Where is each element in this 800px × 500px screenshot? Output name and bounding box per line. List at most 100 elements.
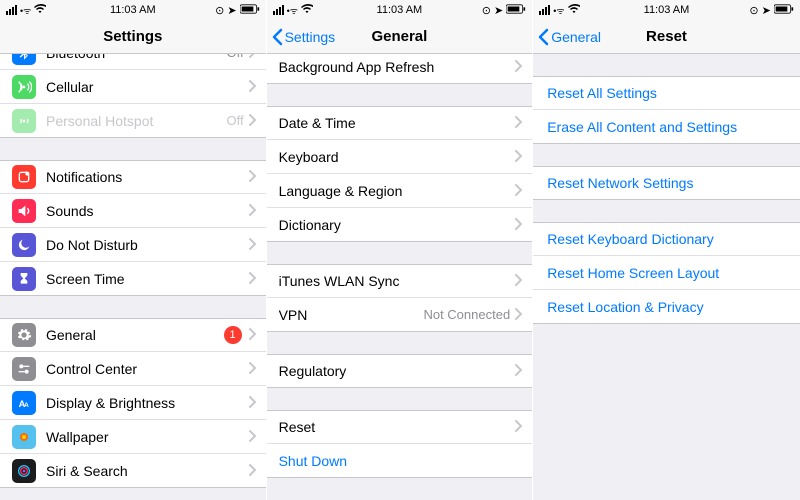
cell-value: Off	[226, 113, 243, 128]
chevron-right-icon	[514, 149, 522, 165]
notifications-cell[interactable]: Notifications	[0, 160, 266, 194]
cell-label: Language & Region	[279, 183, 515, 199]
cellular-cell[interactable]: Cellular	[0, 70, 266, 104]
section-gap	[533, 200, 800, 222]
hotspot-icon	[12, 109, 36, 133]
location-icon: ➤	[494, 4, 503, 17]
chevron-right-icon	[248, 271, 256, 287]
back-button[interactable]: Settings	[271, 28, 336, 46]
date-time-cell[interactable]: Date & Time	[267, 106, 533, 140]
reset-network-cell[interactable]: Reset Network Settings	[533, 166, 800, 200]
cell-label: VPN	[279, 307, 424, 323]
cell-label: Siri & Search	[46, 463, 248, 479]
siri-icon	[12, 459, 36, 483]
wallpaper-cell[interactable]: Wallpaper	[0, 420, 266, 454]
control-center-cell[interactable]: Control Center	[0, 352, 266, 386]
language-region-cell[interactable]: Language & Region	[267, 174, 533, 208]
status-time: 11:03 AM	[377, 4, 423, 16]
cell-label: Regulatory	[279, 363, 515, 379]
shut-down-cell[interactable]: Shut Down	[267, 444, 533, 478]
cell-value: Not Connected	[423, 307, 510, 322]
erase-all-content-cell[interactable]: Erase All Content and Settings	[533, 110, 800, 144]
section-gap	[267, 332, 533, 354]
cell-label: iTunes WLAN Sync	[279, 273, 515, 289]
siri-cell[interactable]: Siri & Search	[0, 454, 266, 488]
cell-label: Reset Location & Privacy	[547, 299, 790, 315]
cell-label: Reset All Settings	[547, 85, 790, 101]
nav-bar: Settings	[0, 20, 266, 54]
keyboard-cell[interactable]: Keyboard	[267, 140, 533, 174]
cell-label: Notifications	[46, 169, 248, 185]
location-icon: ➤	[762, 4, 771, 17]
general-cell[interactable]: General 1	[0, 318, 266, 352]
alarm-icon: ⊙	[749, 4, 758, 17]
cell-value: Off	[226, 54, 243, 60]
cell-label: Date & Time	[279, 115, 515, 131]
gear-icon	[12, 323, 36, 347]
status-bar: •ᯤ 11:03 AM ⊙ ➤	[0, 0, 266, 20]
section-gap	[0, 138, 266, 160]
reset-all-settings-cell[interactable]: Reset All Settings	[533, 76, 800, 110]
carrier-icon: •ᯤ	[287, 4, 298, 17]
cell-label: Personal Hotspot	[46, 113, 226, 129]
dictionary-cell[interactable]: Dictionary	[267, 208, 533, 242]
reset-home-screen-cell[interactable]: Reset Home Screen Layout	[533, 256, 800, 290]
regulatory-cell[interactable]: Regulatory	[267, 354, 533, 388]
battery-icon	[506, 4, 526, 17]
chevron-right-icon	[248, 79, 256, 95]
cell-label: Reset Home Screen Layout	[547, 265, 790, 281]
chevron-right-icon	[514, 419, 522, 435]
wifi-icon	[568, 4, 580, 16]
cell-label: Background App Refresh	[279, 59, 515, 75]
bluetooth-cell[interactable]: Bluetooth Off	[0, 54, 266, 70]
hotspot-cell[interactable]: Personal Hotspot Off	[0, 104, 266, 138]
sounds-cell[interactable]: Sounds	[0, 194, 266, 228]
content-scroll[interactable]: Bluetooth Off Cellular Personal Hotspot …	[0, 54, 266, 500]
back-label: Settings	[285, 29, 336, 45]
carrier-icon: •ᯤ	[20, 4, 31, 17]
svg-text:A: A	[24, 402, 29, 409]
section-gap	[267, 478, 533, 500]
cell-label: Display & Brightness	[46, 395, 248, 411]
display-icon: AA	[12, 391, 36, 415]
chevron-right-icon	[248, 54, 256, 61]
phone-screen1: •ᯤ 11:03 AM ⊙ ➤ Settings Bluetooth Off C…	[0, 0, 267, 500]
content-scroll[interactable]: Reset All Settings Erase All Content and…	[533, 54, 800, 500]
cell-label: Keyboard	[279, 149, 515, 165]
section-gap	[267, 84, 533, 106]
section-gap	[267, 242, 533, 264]
dnd-cell[interactable]: Do Not Disturb	[0, 228, 266, 262]
status-time: 11:03 AM	[110, 4, 156, 16]
cell-label: Dictionary	[279, 217, 515, 233]
chevron-right-icon	[514, 183, 522, 199]
cell-label: Wallpaper	[46, 429, 248, 445]
carrier-icon: •ᯤ	[553, 4, 564, 17]
phone-screen3: •ᯤ 11:03 AM ⊙ ➤ General Reset Reset All …	[533, 0, 800, 500]
reset-keyboard-dict-cell[interactable]: Reset Keyboard Dictionary	[533, 222, 800, 256]
chevron-right-icon	[514, 115, 522, 131]
nav-bar: General Reset	[533, 20, 800, 54]
notifications-icon	[12, 165, 36, 189]
wifi-icon	[34, 4, 46, 16]
cellular-icon	[12, 75, 36, 99]
cell-label: Sounds	[46, 203, 248, 219]
section-gap	[0, 296, 266, 318]
back-button[interactable]: General	[537, 28, 601, 46]
reset-location-privacy-cell[interactable]: Reset Location & Privacy	[533, 290, 800, 324]
chevron-left-icon	[537, 28, 549, 46]
chevron-right-icon	[248, 113, 256, 129]
bg-app-refresh-cell[interactable]: Background App Refresh	[267, 54, 533, 84]
content-scroll[interactable]: Background App Refresh Date & Time Keybo…	[267, 54, 533, 500]
battery-icon	[240, 4, 260, 17]
section-gap	[267, 388, 533, 410]
vpn-cell[interactable]: VPN Not Connected	[267, 298, 533, 332]
cell-label: Reset	[279, 419, 515, 435]
itunes-wlan-sync-cell[interactable]: iTunes WLAN Sync	[267, 264, 533, 298]
screentime-cell[interactable]: Screen Time	[0, 262, 266, 296]
chevron-right-icon	[514, 363, 522, 379]
chevron-left-icon	[271, 28, 283, 46]
sounds-icon	[12, 199, 36, 223]
nav-bar: Settings General	[267, 20, 533, 54]
display-cell[interactable]: AA Display & Brightness	[0, 386, 266, 420]
reset-cell[interactable]: Reset	[267, 410, 533, 444]
